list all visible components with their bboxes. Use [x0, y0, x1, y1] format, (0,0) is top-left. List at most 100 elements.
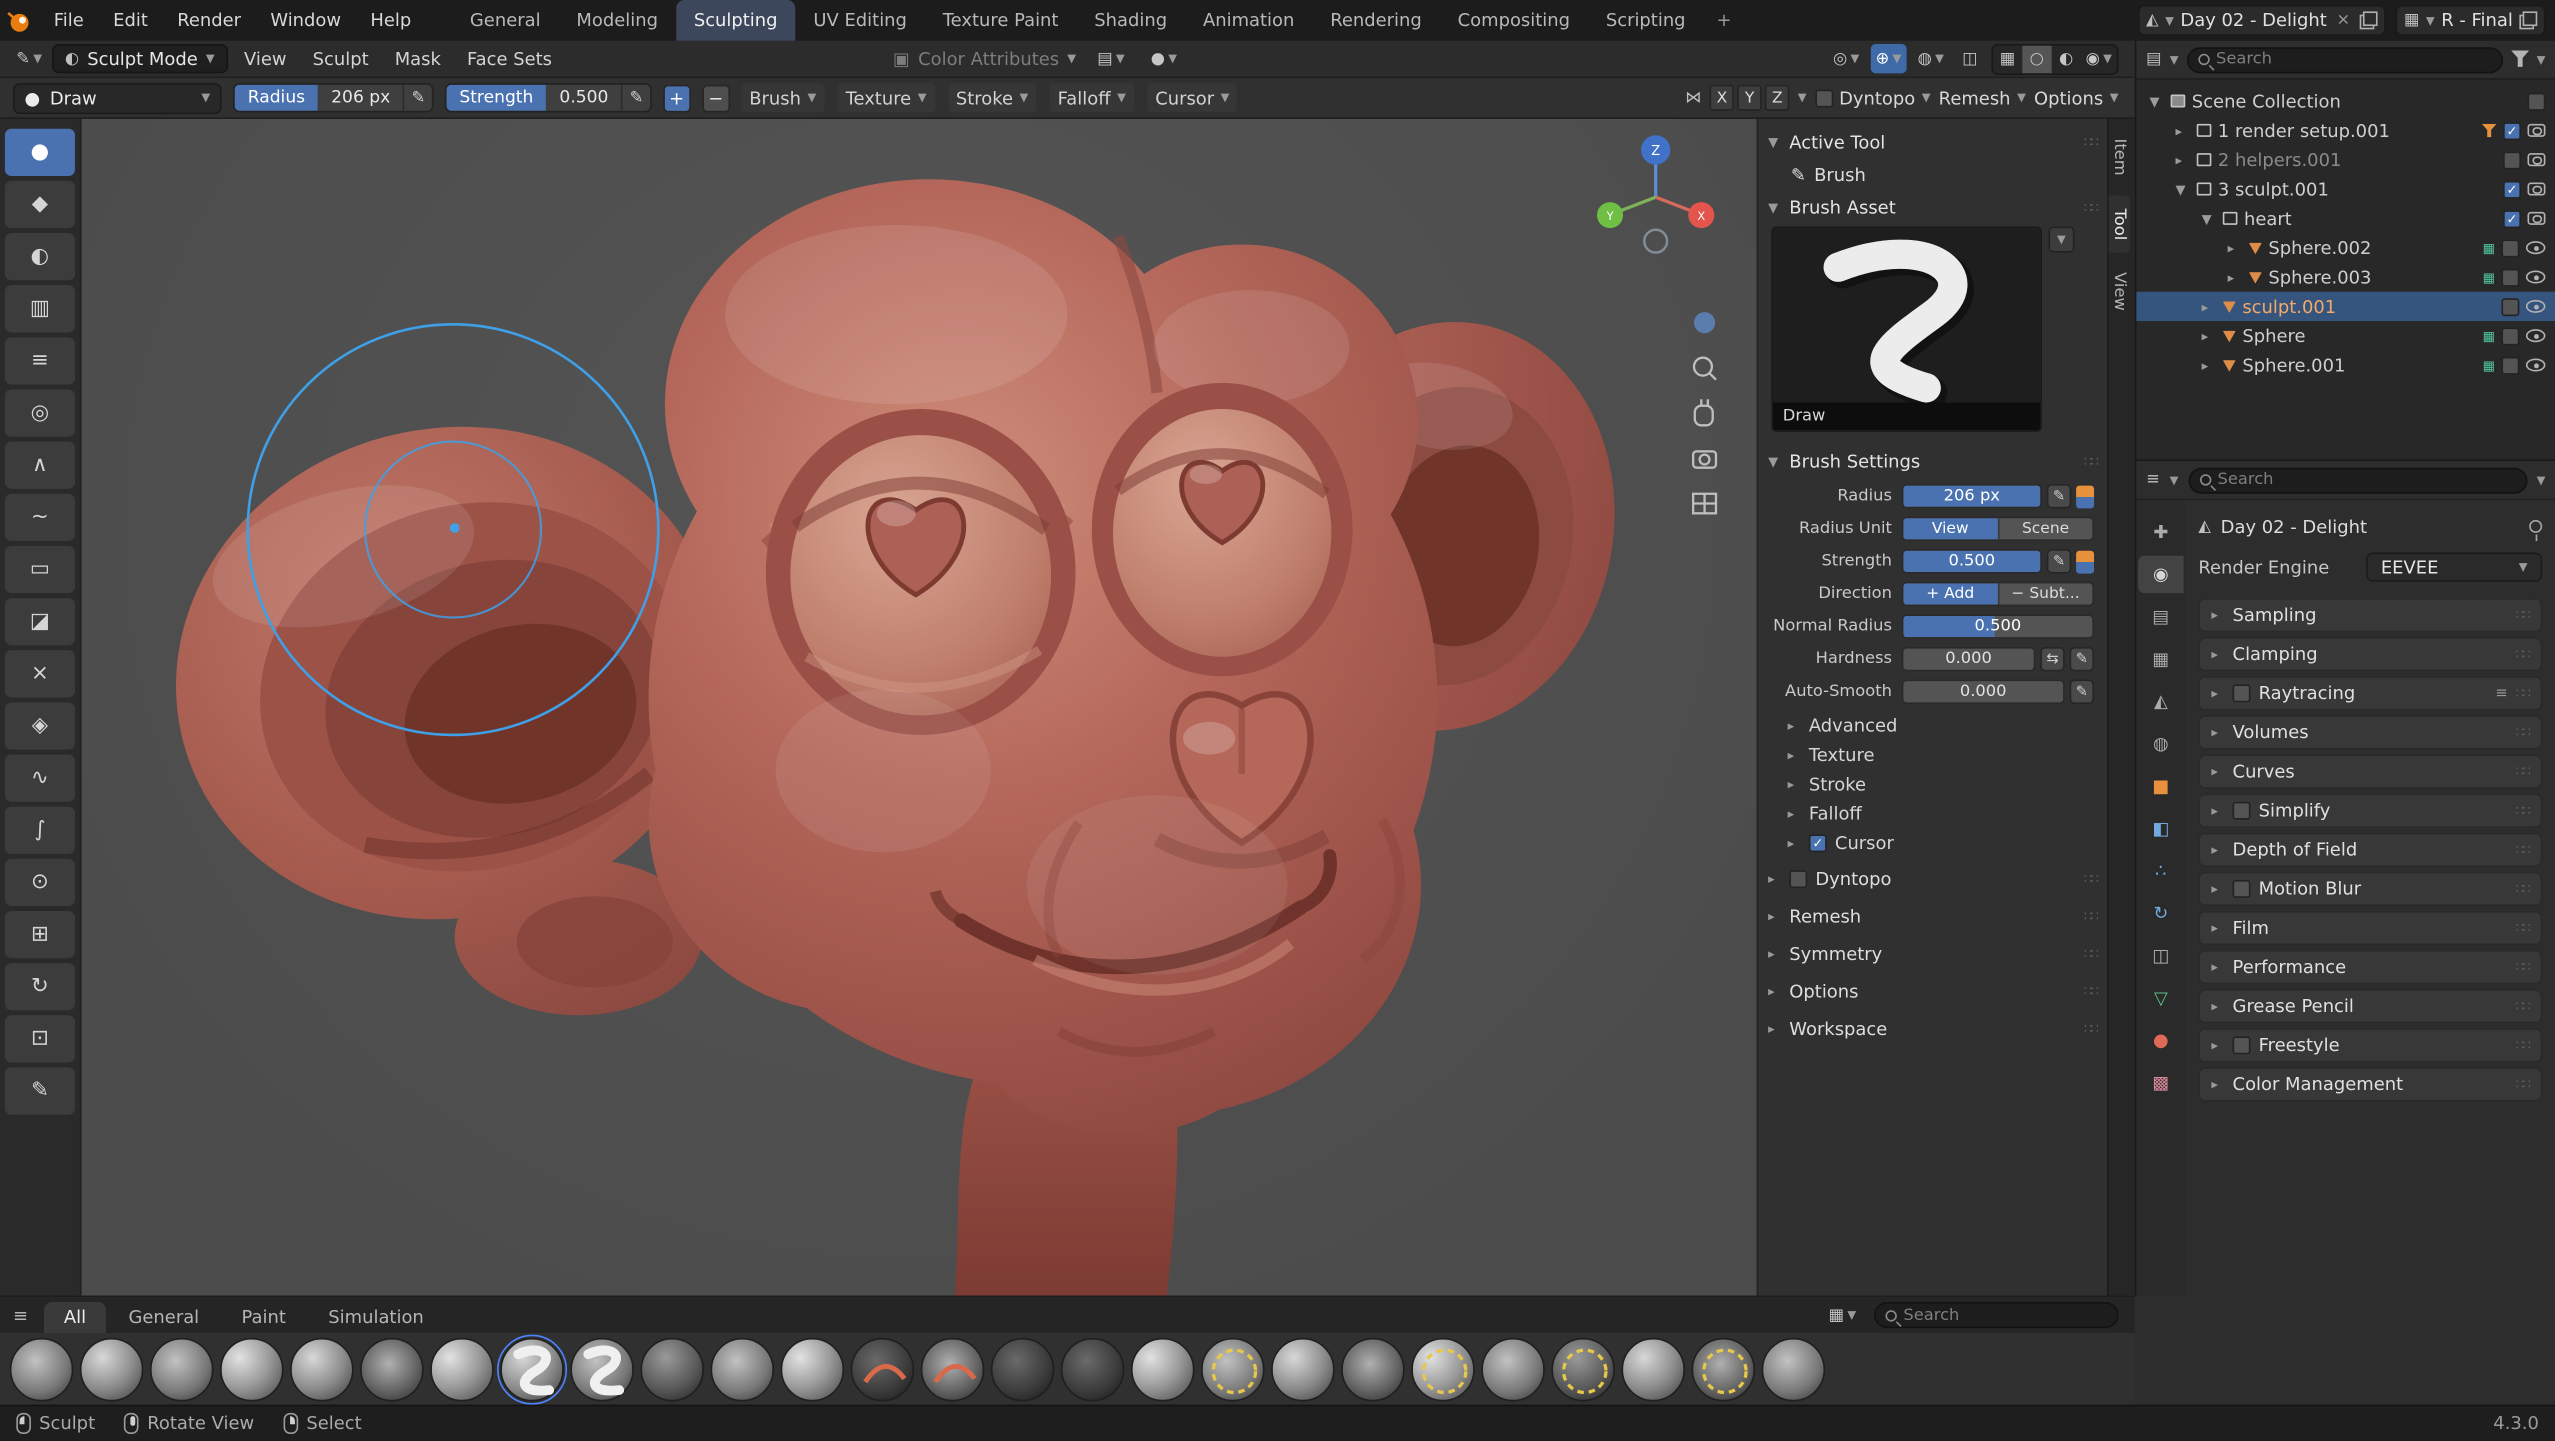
exclude-checkbox[interactable] [2501, 297, 2519, 315]
shading-rendered-button[interactable]: ◉▼ [2081, 45, 2117, 73]
disclosure-triangle-icon[interactable] [2202, 211, 2217, 226]
disclosure-triangle-icon[interactable] [2202, 328, 2217, 343]
brush-thumbnail[interactable] [10, 1338, 74, 1402]
overlays-dropdown[interactable]: ◍▼ [1913, 44, 1949, 73]
sculpt-tool-button[interactable]: ◐ [5, 233, 75, 280]
outliner-row[interactable]: Sphere.001 ▦ [2136, 350, 2555, 379]
material-sphere-button[interactable]: ●▼ [1146, 44, 1182, 73]
brush-asset-preview[interactable]: Draw [1771, 227, 2042, 432]
mirror-axis-toggle[interactable]: X [1710, 85, 1734, 111]
attribute-widget[interactable]: ▤▼ [1092, 44, 1129, 73]
radius-pressure-icon[interactable]: ✎ [2047, 484, 2071, 508]
sculpt-tool-button[interactable]: ⊞ [5, 911, 75, 958]
panel-checkbox[interactable] [1789, 869, 1807, 887]
sculpt-tool-button[interactable]: ∧ [5, 442, 75, 489]
properties-tab[interactable]: ▩ [2138, 1064, 2184, 1101]
radius-unit-option[interactable]: View [1903, 518, 1998, 539]
camera-view-icon[interactable] [1693, 451, 1716, 467]
sidebar-tab[interactable]: Item [2109, 125, 2130, 188]
brush-thumbnail[interactable] [851, 1338, 915, 1402]
panel-header[interactable]: ▸Workspace∷∷ [1758, 1012, 2107, 1045]
asset-shelf-tab[interactable]: Paint [222, 1302, 305, 1333]
hide-eye-icon[interactable] [2526, 241, 2546, 254]
properties-tab[interactable]: ◍ [2138, 725, 2184, 762]
sculpt-tool-button[interactable]: ∼ [5, 494, 75, 541]
editor-type-dropdown[interactable]: ✎▼ [10, 50, 49, 68]
properties-panel-header[interactable]: ▸ Depth of Field ≡∷∷ [2198, 833, 2542, 867]
disclosure-triangle-icon[interactable] [2202, 358, 2217, 373]
properties-tab[interactable]: ◧ [2138, 810, 2184, 847]
hide-eye-icon[interactable] [2526, 329, 2546, 342]
exclude-checkbox[interactable] [2501, 356, 2519, 374]
topbar-menu-item[interactable]: Window [256, 0, 356, 41]
sculpt-tool-button[interactable]: ∫ [5, 807, 75, 854]
outliner-row[interactable]: sculpt.001 ▦ [2136, 292, 2555, 321]
disclosure-triangle-icon[interactable] [2202, 299, 2217, 314]
hide-eye-icon[interactable] [2526, 300, 2546, 313]
properties-tab[interactable]: ● [2138, 1022, 2184, 1059]
subpanel-header[interactable]: ▸Texture [1758, 740, 2107, 769]
outliner-editor-icon[interactable]: ▤ [2146, 51, 2161, 69]
outliner-row[interactable]: heart ▦ [2136, 204, 2555, 233]
properties-tab[interactable]: ▤ [2138, 598, 2184, 635]
sculpt-tool-button[interactable]: × [5, 650, 75, 697]
properties-tab[interactable]: ▦ [2138, 640, 2184, 677]
workspace-tab[interactable]: Texture Paint [925, 0, 1077, 41]
blender-logo-icon[interactable] [0, 7, 39, 33]
brush-thumbnail[interactable] [360, 1338, 424, 1402]
sculpt-tool-button[interactable]: ⊙ [5, 859, 75, 906]
sidebar-tab[interactable]: Tool [2109, 195, 2130, 253]
brush-thumbnail[interactable] [1621, 1338, 1685, 1402]
header-menu-item[interactable]: Face Sets [454, 48, 565, 69]
workspace-tab[interactable]: Scripting [1588, 0, 1704, 41]
workspace-tab[interactable]: Rendering [1312, 0, 1439, 41]
options-dropdown[interactable]: Options▼ [2034, 87, 2118, 108]
disclosure-triangle-icon[interactable] [2228, 240, 2243, 255]
panel-enable-checkbox[interactable] [2233, 802, 2251, 820]
header-menu-item[interactable]: Sculpt [300, 48, 382, 69]
radius-field[interactable]: Radius 206 px ✎ [233, 83, 433, 112]
header-menu-item[interactable]: View [231, 48, 300, 69]
sculpt-tool-button[interactable]: ↻ [5, 963, 75, 1010]
brush-thumbnail[interactable] [1271, 1338, 1335, 1402]
exclude-checkbox[interactable] [2503, 121, 2521, 139]
sculpt-tool-button[interactable]: ✎ [5, 1067, 75, 1114]
properties-tab[interactable]: ■ [2138, 768, 2184, 805]
sculpt-tool-button[interactable]: ≡ [5, 337, 75, 384]
outliner-row[interactable]: 3 sculpt.001 ▦ [2136, 174, 2555, 203]
panel-header[interactable]: ▸Dyntopo∷∷ [1758, 862, 2107, 895]
properties-search[interactable] [2188, 467, 2527, 493]
properties-tab[interactable]: ◉ [2138, 556, 2184, 593]
outliner-row[interactable]: Sphere ▦ [2136, 321, 2555, 350]
brush-thumbnail[interactable] [781, 1338, 845, 1402]
brush-thumbnail[interactable] [80, 1338, 144, 1402]
navigation-gizmo[interactable]: Z Y X [1597, 135, 1714, 252]
disclosure-triangle-icon[interactable] [2176, 182, 2191, 197]
sculpt-tool-button[interactable]: ⊡ [5, 1015, 75, 1062]
topbar-menu-item[interactable]: Help [356, 0, 426, 41]
radius-unit-option[interactable]: Scene [1999, 518, 2093, 539]
shelf-menu-icon[interactable]: ≡ [13, 1304, 28, 1325]
outliner-row[interactable]: Scene Collection ▦ [2136, 86, 2555, 115]
workspace-tab[interactable]: Animation [1185, 0, 1312, 41]
asset-shelf-tab[interactable]: General [109, 1302, 219, 1333]
strength-slider[interactable]: 0.500 [1902, 549, 2042, 573]
properties-panel-header[interactable]: ▸ Motion Blur ≡∷∷ [2198, 872, 2542, 906]
pin-icon[interactable] [2529, 520, 2542, 533]
properties-editor-icon[interactable]: ≡ [2146, 471, 2160, 489]
brush-thumbnail[interactable] [570, 1338, 634, 1402]
view-layer-selector[interactable]: ▦ ▼ R - Final [2396, 5, 2546, 36]
properties-panel-header[interactable]: ▸ Clamping ≡∷∷ [2198, 637, 2542, 671]
sidebar-tab[interactable]: View [2109, 259, 2130, 324]
add-workspace-button[interactable]: + [1703, 10, 1744, 31]
direction-option[interactable]: + Add [1903, 583, 1998, 604]
brush-thumbnail[interactable] [150, 1338, 214, 1402]
brush-thumbnail[interactable] [290, 1338, 354, 1402]
workspace-tab[interactable]: UV Editing [795, 0, 924, 41]
mode-dropdown[interactable]: ◐ Sculpt Mode ▼ [52, 44, 228, 73]
sculpt-tool-button[interactable]: ◎ [5, 389, 75, 436]
properties-panel-header[interactable]: ▸ Performance ≡∷∷ [2198, 950, 2542, 984]
mirror-axis-toggle[interactable]: Y [1737, 85, 1761, 111]
properties-tab[interactable]: ◭ [2138, 683, 2184, 720]
outliner-row[interactable]: Sphere.003 ▦ [2136, 262, 2555, 291]
